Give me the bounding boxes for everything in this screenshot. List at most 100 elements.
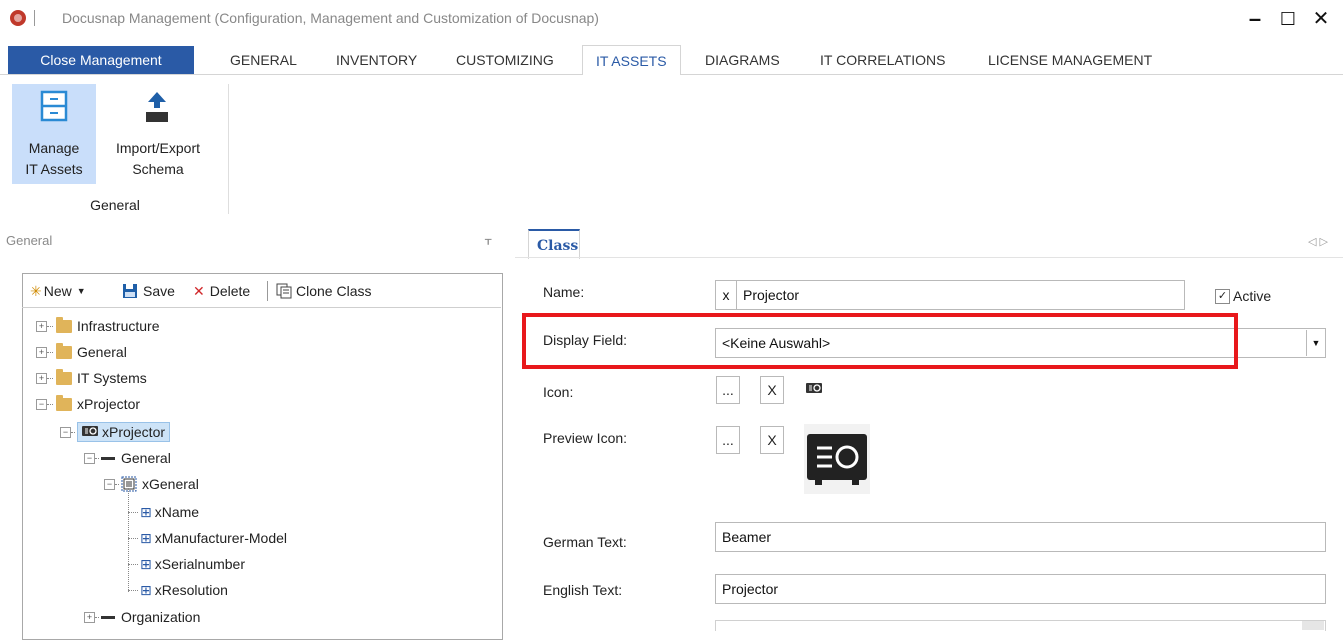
tree-item-label: xName: [154, 504, 200, 520]
collapse-icon[interactable]: −: [104, 478, 115, 490]
cabinet-icon: [40, 90, 68, 122]
tree-item-label: xProjector: [102, 424, 166, 440]
tree-item-organization[interactable]: + Organization: [84, 604, 200, 630]
clone-icon: [276, 283, 292, 299]
tree-item-label: xProjector: [77, 396, 141, 412]
close-management-button[interactable]: Close Management: [8, 46, 194, 74]
app-logo-icon: [10, 10, 26, 26]
tree-item-general-node[interactable]: − General: [84, 445, 171, 471]
tab-inventory[interactable]: INVENTORY: [336, 46, 417, 74]
expand-icon[interactable]: +: [84, 611, 95, 623]
field-icon: ⊞: [140, 555, 152, 572]
folder-icon: [56, 394, 72, 411]
dropdown-arrow-icon[interactable]: ▼: [1306, 330, 1325, 356]
collapse-icon[interactable]: −: [60, 426, 71, 438]
tree-item-xprojector-folder[interactable]: − xProjector: [36, 391, 140, 417]
name-field[interactable]: x Projector: [715, 280, 1185, 310]
upload-icon: [146, 92, 168, 122]
tree-item-xmanufacturer-model[interactable]: ⊞ xManufacturer-Model: [128, 525, 287, 551]
field-group-icon: [101, 615, 115, 619]
ribbon-group-label: General: [90, 197, 140, 213]
tab-diagrams[interactable]: DIAGRAMS: [705, 46, 780, 74]
delete-label: Delete: [209, 283, 251, 299]
tree-item-label: IT Systems: [77, 370, 147, 386]
projector-preview-icon: [804, 424, 870, 494]
partial-field-button[interactable]: [1302, 621, 1324, 630]
icon-browse-button[interactable]: ...: [716, 376, 740, 404]
save-button[interactable]: Save: [122, 281, 175, 301]
highlight-box: [522, 313, 1238, 369]
pin-icon[interactable]: ᚁ: [485, 231, 491, 247]
folder-icon: [56, 342, 72, 359]
tree-item-xgeneral[interactable]: − xGeneral: [104, 471, 199, 497]
tab-customizing[interactable]: CUSTOMIZING: [456, 46, 554, 74]
field-icon: ⊞: [140, 581, 152, 598]
preview-clear-button[interactable]: X: [760, 426, 784, 454]
active-label: Active: [1233, 288, 1272, 304]
tree-item-it-systems[interactable]: + IT Systems: [36, 365, 147, 391]
tree-item-label: xGeneral: [142, 476, 199, 492]
tree-item-xname[interactable]: ⊞ xName: [128, 499, 199, 525]
tab-general[interactable]: GENERAL: [230, 46, 297, 74]
folder-icon: [56, 316, 72, 333]
tree-toolbar: [22, 273, 501, 308]
new-button[interactable]: ✳ New ▼: [30, 281, 86, 301]
expand-icon[interactable]: +: [36, 372, 47, 384]
tree-item-label: xResolution: [154, 582, 228, 598]
manage-it-assets-button[interactable]: Manage IT Assets: [12, 84, 96, 184]
clone-class-button[interactable]: Clone Class: [276, 281, 371, 301]
ribbon-group-separator: [228, 84, 229, 214]
maximize-button[interactable]: ☐: [1276, 6, 1300, 32]
field-icon: ⊞: [140, 529, 152, 546]
name-prefix: x: [716, 281, 737, 309]
tree-item-label: Infrastructure: [77, 318, 160, 334]
tree-item-xserialnumber[interactable]: ⊞ xSerialnumber: [128, 551, 245, 577]
collapse-icon[interactable]: −: [36, 398, 47, 410]
tree-item-general[interactable]: + General: [36, 339, 127, 365]
english-text-field[interactable]: Projector: [715, 574, 1326, 604]
icon-label: Icon:: [543, 384, 574, 400]
tree-item-label: General: [77, 344, 127, 360]
tree-item-label: General: [121, 450, 171, 466]
tree-item-infrastructure[interactable]: + Infrastructure: [36, 313, 159, 339]
tree-item-label: xSerialnumber: [154, 556, 245, 572]
expand-icon[interactable]: +: [36, 320, 47, 332]
expand-icon[interactable]: +: [36, 346, 47, 358]
checkbox-icon[interactable]: ✓: [1215, 288, 1230, 304]
tree-item-label: Organization: [121, 609, 201, 625]
minimize-button[interactable]: –: [1243, 6, 1267, 32]
tab-class-label: Class: [537, 238, 579, 254]
tree-item-xprojector-class[interactable]: − xProjector: [60, 419, 171, 445]
collapse-icon[interactable]: −: [84, 452, 95, 464]
manage-label-line2: IT Assets: [25, 161, 83, 177]
manage-label-line1: Manage: [28, 140, 80, 156]
icon-clear-button[interactable]: X: [760, 376, 784, 404]
delete-button[interactable]: ✕ Delete: [193, 281, 250, 301]
tab-license-management[interactable]: LICENSE MANAGEMENT: [988, 46, 1152, 74]
preview-icon-label: Preview Icon:: [543, 430, 628, 446]
import-export-schema-button[interactable]: Import/Export Schema: [102, 84, 214, 184]
folder-icon: [56, 368, 72, 385]
close-button[interactable]: ✕: [1309, 6, 1333, 32]
projector-icon: [806, 383, 822, 393]
save-icon: [123, 284, 137, 298]
left-pane-header: General: [6, 233, 53, 248]
field-icon: ⊞: [140, 503, 152, 520]
chevron-down-icon: ▼: [76, 286, 86, 296]
german-text-input[interactable]: Beamer: [716, 529, 771, 545]
title-separator: [34, 10, 35, 26]
tab-nav-arrows[interactable]: ◁ ▷: [1308, 235, 1328, 248]
tree-item-xresolution[interactable]: ⊞ xResolution: [128, 577, 228, 603]
import-label-line2: Schema: [132, 161, 184, 177]
english-text-input[interactable]: Projector: [716, 581, 778, 597]
active-checkbox[interactable]: ✓ Active: [1215, 288, 1271, 304]
german-text-field[interactable]: Beamer: [715, 522, 1326, 552]
name-label: Name:: [543, 284, 585, 300]
preview-browse-button[interactable]: ...: [716, 426, 740, 454]
tab-it-assets[interactable]: IT ASSETS: [582, 45, 681, 77]
tree-item-label: xManufacturer-Model: [154, 530, 288, 546]
partial-field[interactable]: [715, 620, 1326, 631]
tab-class[interactable]: Class: [528, 229, 580, 259]
tab-it-correlations[interactable]: IT CORRELATIONS: [820, 46, 946, 74]
name-input[interactable]: Projector: [737, 287, 799, 303]
